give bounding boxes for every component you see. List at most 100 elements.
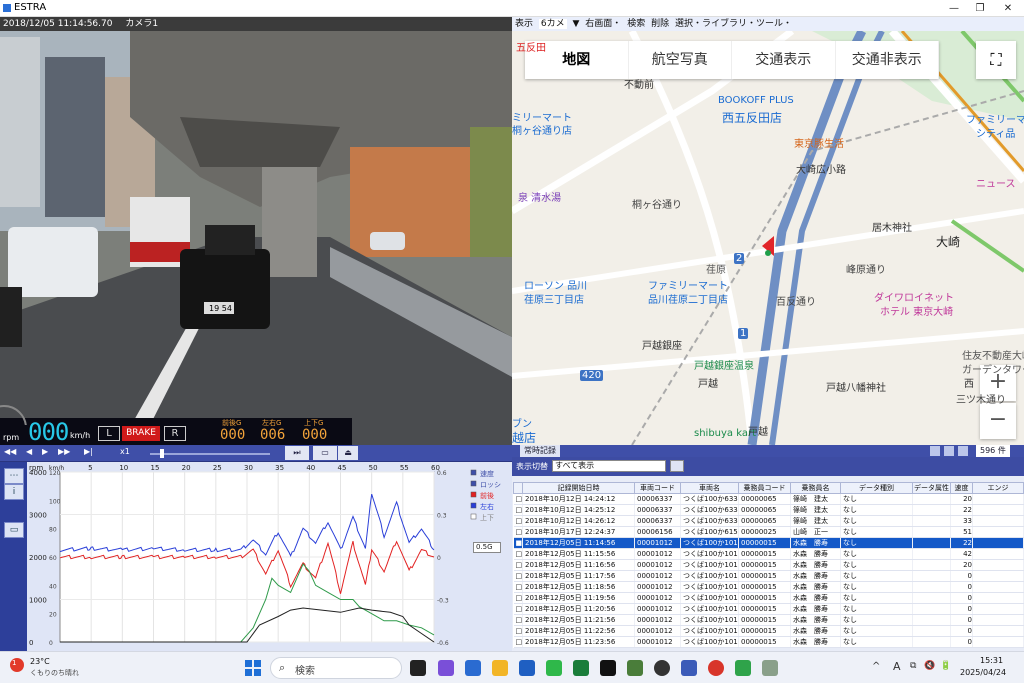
table-row[interactable]: □ 2018年12月05日 11:20:56 00001012 つくば100か1012…	[513, 603, 1024, 615]
start-icon[interactable]	[245, 660, 261, 676]
table-row[interactable]: □ 2018年10月17日 12:24:37 00006156 つくば100か6156…	[513, 526, 1024, 538]
filter-select[interactable]: すべて表示	[552, 460, 666, 472]
ime-indicator[interactable]: A	[893, 660, 901, 673]
menu-right-screen[interactable]: 右画面・	[585, 19, 621, 29]
table-row[interactable]: □ 2018年12月05日 11:21:56 00001012 つくば100か1012…	[513, 614, 1024, 626]
nav-info-icon[interactable]: i	[4, 484, 24, 500]
menu-view[interactable]: 表示	[515, 19, 533, 29]
map-view[interactable]: 地図 航空写真 交通表示 交通非表示 ⛶ + − 五反田 不動前 BOOKOFF P…	[512, 31, 1024, 445]
speed-multiplier[interactable]: x1	[120, 447, 130, 456]
panel-btn-3-icon[interactable]	[958, 446, 968, 456]
table-row[interactable]: □ 2018年12月05日 11:19:56 00001012 つくば100か1012…	[513, 592, 1024, 604]
column-header[interactable]: 速度	[950, 482, 973, 494]
column-header[interactable]: 車両名	[680, 482, 739, 494]
table-row[interactable]: □ 2018年10月12日 14:25:12 00006337 つくば100か6337…	[513, 504, 1024, 516]
menu-camera-count[interactable]: 6カメ	[538, 19, 567, 29]
column-header[interactable]: 乗務員コード	[738, 482, 791, 494]
maximize-button[interactable]: ❐	[966, 0, 994, 17]
volume-muted-icon[interactable]: 🔇	[924, 661, 935, 671]
play-button[interactable]: ▶	[42, 447, 48, 456]
task-view-icon[interactable]	[410, 660, 426, 676]
copilot-icon[interactable]	[438, 660, 454, 676]
telemetry-chart[interactable]: 5 10 15 20 25 30 35 40 45 50 55 6001000200030004000…	[27, 462, 512, 651]
row-checkbox[interactable]: ■	[513, 537, 523, 549]
table-row[interactable]: □ 2018年12月05日 11:23:56 00001012 つくば100か1012…	[513, 636, 1024, 648]
end-button[interactable]: ▶|	[84, 447, 93, 456]
estra-app-icon[interactable]	[627, 660, 643, 676]
row-checkbox[interactable]: □	[513, 592, 523, 604]
app-icon-a[interactable]	[681, 660, 697, 676]
chatgpt-icon[interactable]	[654, 660, 670, 676]
menu-search[interactable]: 検索	[627, 19, 645, 29]
row-checkbox[interactable]: □	[513, 636, 523, 648]
row-checkbox[interactable]: □	[513, 559, 523, 571]
camera-view[interactable]: 19 54	[0, 17, 512, 445]
column-header[interactable]	[513, 482, 523, 494]
rewind-button[interactable]: ◀◀	[4, 447, 16, 456]
column-header[interactable]: データ種別	[840, 482, 913, 494]
table-row[interactable]: ■ 2018年12月05日 11:14:56 00001012 つくば100か1012…	[513, 537, 1024, 549]
display-icon[interactable]: ⧉	[910, 661, 916, 671]
clock-date[interactable]: 2025/04/24	[960, 668, 1006, 677]
excel-icon[interactable]	[573, 660, 589, 676]
x-icon[interactable]	[600, 660, 616, 676]
table-row[interactable]: □ 2018年10月12日 14:24:12 00006337 つくば100か6337…	[513, 493, 1024, 505]
close-button[interactable]: ✕	[994, 0, 1022, 17]
zoom-out-button[interactable]: −	[980, 403, 1016, 439]
row-checkbox[interactable]: □	[513, 493, 523, 505]
row-checkbox[interactable]: □	[513, 526, 523, 538]
battery-icon[interactable]: 🔋	[940, 661, 951, 671]
tab-traffic-hide[interactable]: 交通非表示	[836, 41, 939, 79]
table-row[interactable]: □ 2018年12月05日 11:22:56 00001012 つくば100か1012…	[513, 625, 1024, 637]
panel-btn-1-icon[interactable]	[930, 446, 940, 456]
table-row[interactable]: □ 2018年12月05日 11:18:56 00001012 つくば100か1012…	[513, 581, 1024, 593]
tab-aerial[interactable]: 航空写真	[629, 41, 732, 79]
evernote-icon[interactable]	[735, 660, 751, 676]
column-header[interactable]: データ属性	[912, 482, 951, 494]
nav-more-icon[interactable]: ⋯	[4, 468, 24, 484]
g-range-select[interactable]: 0.5G	[473, 542, 501, 553]
minimize-button[interactable]: —	[940, 0, 968, 17]
window-button[interactable]: ▭	[313, 446, 337, 460]
column-header[interactable]: 車両コード	[634, 482, 681, 494]
row-checkbox[interactable]: □	[513, 603, 523, 615]
taskbar-search[interactable]: ⌕ 検索	[270, 657, 402, 679]
chrome-icon[interactable]	[708, 660, 724, 676]
row-checkbox[interactable]: □	[513, 570, 523, 582]
photos-icon[interactable]	[762, 660, 778, 676]
nav-window-icon[interactable]: ▭	[4, 522, 24, 538]
prev-button[interactable]: ◀	[26, 447, 32, 456]
menu-select-library-tools[interactable]: 選択・ライブラリ・ツール・	[675, 19, 792, 29]
menu-delete[interactable]: 削除	[651, 19, 669, 29]
list-view-icon[interactable]	[670, 460, 684, 472]
row-checkbox[interactable]: □	[513, 504, 523, 516]
file-explorer-icon[interactable]	[492, 660, 508, 676]
edge-icon[interactable]	[465, 660, 481, 676]
row-checkbox[interactable]: □	[513, 515, 523, 527]
tab-traffic-show[interactable]: 交通表示	[732, 41, 836, 79]
outlook-icon[interactable]	[519, 660, 535, 676]
tray-overflow-icon[interactable]: ^	[872, 661, 880, 672]
table-row[interactable]: □ 2018年10月12日 14:26:12 00006337 つくば100か6337…	[513, 515, 1024, 527]
column-header[interactable]: 記録開始日時	[522, 482, 635, 494]
column-header[interactable]: エンジ	[972, 482, 1024, 494]
menu-dropdown-icon[interactable]: ▼	[573, 19, 580, 29]
table-row[interactable]: □ 2018年12月05日 11:17:56 00001012 つくば100か1012…	[513, 570, 1024, 582]
next-button[interactable]: ▶▶	[58, 447, 70, 456]
seek-handle[interactable]	[160, 449, 164, 458]
table-row[interactable]: □ 2018年12月05日 11:15:56 00001012 つくば100か1012…	[513, 548, 1024, 560]
jump-button[interactable]: ⏭	[285, 446, 309, 460]
panel-btn-2-icon[interactable]	[944, 446, 954, 456]
row-checkbox[interactable]: □	[513, 614, 523, 626]
eject-button[interactable]: ⏏	[338, 446, 358, 460]
line-icon[interactable]	[546, 660, 562, 676]
tab-continuous-record[interactable]: 常時記録	[520, 445, 560, 457]
table-row[interactable]: □ 2018年12月05日 11:16:56 00001012 つくば100か1012…	[513, 559, 1024, 571]
clock-time[interactable]: 15:31	[980, 656, 1003, 665]
column-header[interactable]: 乗務員名	[790, 482, 841, 494]
seek-slider[interactable]	[150, 453, 270, 455]
row-checkbox[interactable]: □	[513, 625, 523, 637]
row-checkbox[interactable]: □	[513, 548, 523, 560]
fullscreen-icon[interactable]: ⛶	[976, 41, 1016, 79]
row-checkbox[interactable]: □	[513, 581, 523, 593]
